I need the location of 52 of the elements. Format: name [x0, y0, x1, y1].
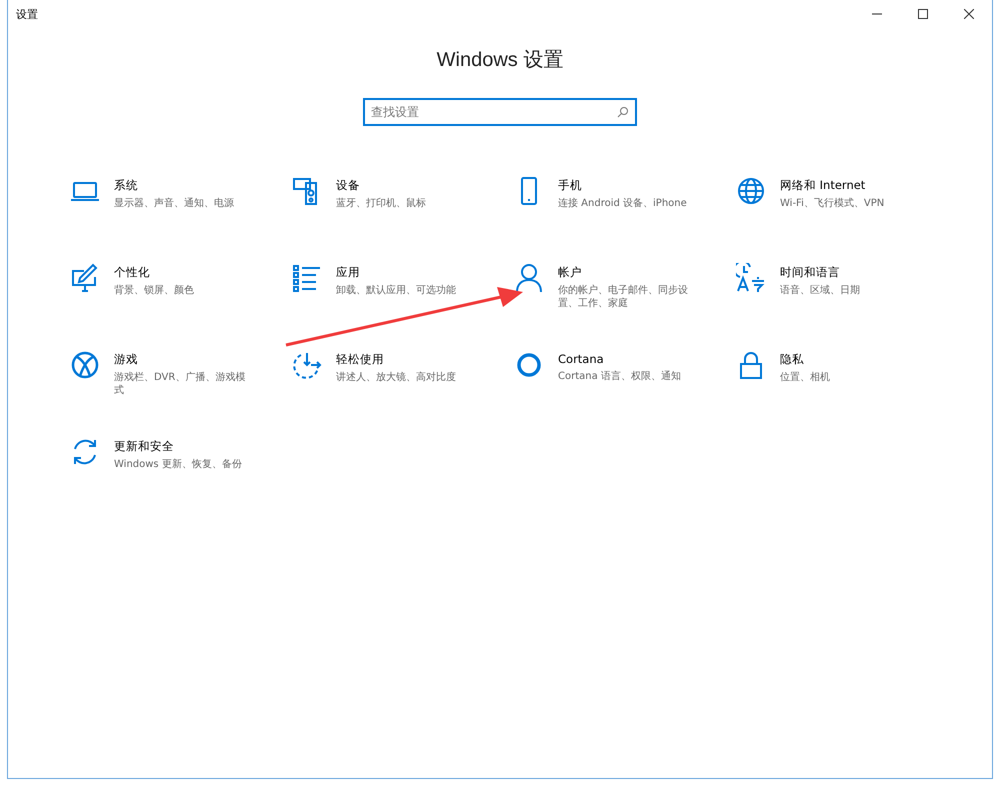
globe-icon: [736, 176, 766, 206]
category-title: 时间和语言: [780, 265, 841, 280]
window-title: 设置: [16, 6, 38, 22]
category-title: 游戏: [114, 352, 139, 367]
category-description: 位置、相机: [780, 371, 830, 384]
settings-category[interactable]: 时间和语言 语音、区域、日期: [736, 263, 958, 350]
category-description: Windows 更新、恢复、备份: [114, 458, 242, 471]
category-title: 隐私: [780, 352, 805, 367]
xbox-circle-icon: [70, 350, 100, 380]
maximize-icon: [918, 9, 928, 19]
category-title: 应用: [336, 265, 361, 280]
category-description: 显示器、声音、通知、电源: [114, 197, 234, 210]
category-description: Wi-Fi、飞行模式、VPN: [780, 197, 884, 210]
clock-letter-icon: [736, 263, 766, 293]
category-description: 卸载、默认应用、可选功能: [336, 284, 456, 297]
settings-category[interactable]: 应用 卸载、默认应用、可选功能: [292, 263, 514, 350]
settings-category[interactable]: 更新和安全 Windows 更新、恢复、备份: [70, 437, 292, 524]
settings-category[interactable]: 轻松使用 讲述人、放大镜、高对比度: [292, 350, 514, 437]
dashed-circle-icon: [292, 350, 322, 380]
page-heading: Windows 设置: [436, 48, 564, 73]
settings-category[interactable]: 设备 蓝牙、打印机、鼠标: [292, 176, 514, 263]
settings-category[interactable]: 隐私 位置、相机: [736, 350, 958, 437]
settings-category[interactable]: 手机 连接 Android 设备、iPhone: [514, 176, 736, 263]
category-title: 网络和 Internet: [780, 178, 866, 193]
category-title: 个性化: [114, 265, 151, 280]
category-description: 游戏栏、DVR、广播、游戏模式: [114, 371, 246, 397]
category-title: 系统: [114, 178, 139, 193]
category-description: 背景、锁屏、颜色: [114, 284, 194, 297]
close-icon: [964, 9, 974, 19]
search-field[interactable]: 查找设置: [363, 98, 637, 126]
settings-category[interactable]: 游戏 游戏栏、DVR、广播、游戏模式: [70, 350, 292, 437]
search-icon: [617, 106, 629, 118]
settings-category[interactable]: 网络和 Internet Wi-Fi、飞行模式、VPN: [736, 176, 958, 263]
settings-category[interactable]: 帐户 你的帐户、电子邮件、同步设置、工作、家庭: [514, 263, 736, 350]
monitor-brush-icon: [70, 263, 100, 293]
category-title: 帐户: [558, 265, 583, 280]
category-title: 设备: [336, 178, 361, 193]
category-description: 你的帐户、电子邮件、同步设置、工作、家庭: [558, 284, 689, 310]
category-description: Cortana 语言、权限、通知: [558, 370, 681, 383]
list-icon: [292, 263, 322, 293]
category-title: Cortana: [558, 352, 605, 366]
settings-category[interactable]: 个性化 背景、锁屏、颜色: [70, 263, 292, 350]
settings-category[interactable]: 系统 显示器、声音、通知、电源: [70, 176, 292, 263]
settings-category[interactable]: Cortana Cortana 语言、权限、通知: [514, 350, 736, 437]
category-title: 轻松使用: [336, 352, 385, 367]
category-title: 手机: [558, 178, 583, 193]
person-icon: [514, 263, 544, 293]
category-description: 语音、区域、日期: [780, 284, 860, 297]
category-title: 更新和安全: [114, 439, 175, 454]
category-description: 讲述人、放大镜、高对比度: [336, 371, 456, 384]
category-description: 蓝牙、打印机、鼠标: [336, 197, 426, 210]
category-description: 连接 Android 设备、iPhone: [558, 197, 687, 210]
